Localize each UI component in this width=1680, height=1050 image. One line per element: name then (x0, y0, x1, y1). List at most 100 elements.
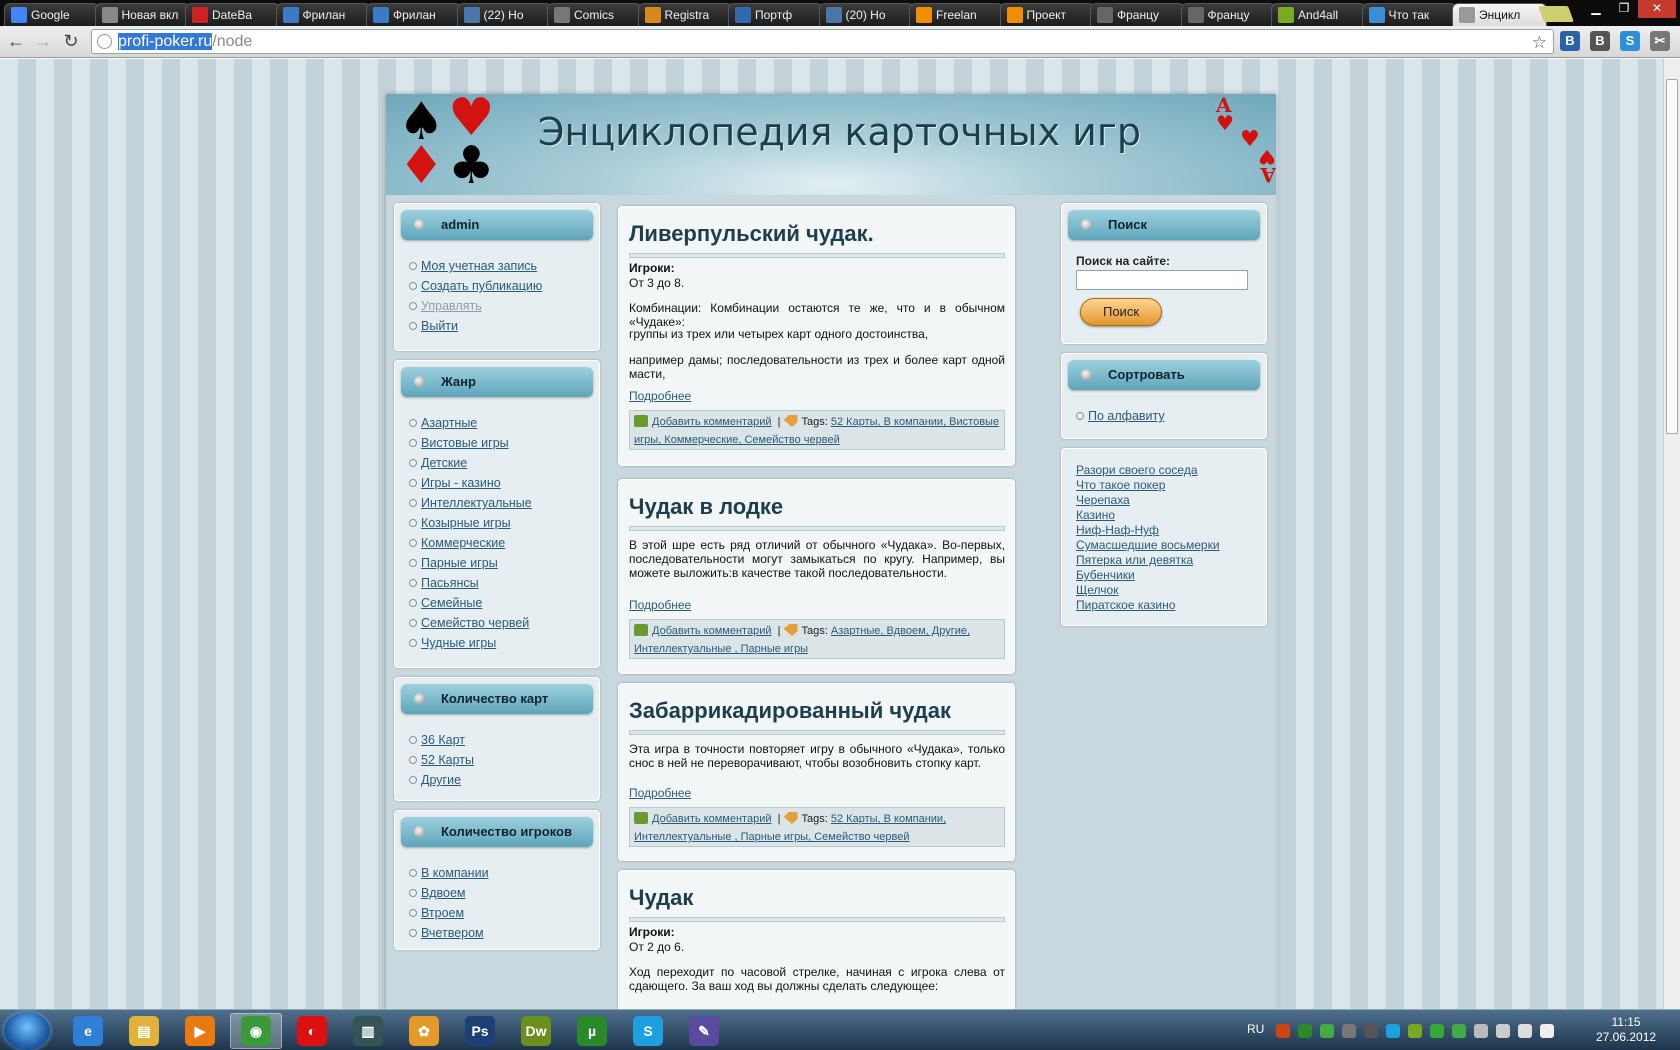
game-link[interactable]: Бубенчики (1076, 568, 1135, 582)
taskbar-app-button[interactable]: Ps (454, 1013, 506, 1049)
taskbar-app-button[interactable]: ✿ (398, 1013, 450, 1049)
bookmark-star-icon[interactable]: ☆ (1532, 31, 1547, 54)
tray-icon[interactable] (1298, 1024, 1312, 1038)
tray-icon[interactable] (1430, 1024, 1444, 1038)
administer-link[interactable]: Управлять (421, 299, 482, 313)
language-indicator[interactable]: RU (1247, 1022, 1264, 1036)
browser-tab[interactable]: Энцикл (1452, 3, 1547, 26)
genre-link[interactable]: Козырные игры (421, 516, 511, 530)
reload-icon[interactable]: ↻ (59, 30, 83, 54)
sort-alphabetical-link[interactable]: По алфавиту (1088, 409, 1165, 423)
tray-icon[interactable] (1364, 1024, 1378, 1038)
read-more-link[interactable]: Подробнее (629, 389, 691, 403)
genre-link[interactable]: Азартные (421, 416, 477, 430)
genre-link[interactable]: Пасьянсы (421, 576, 479, 590)
scrollbar-thumb[interactable] (1666, 79, 1678, 434)
read-more-link[interactable]: Подробнее (629, 786, 691, 800)
extension-icon[interactable]: ✂ (1650, 31, 1670, 51)
tray-icon[interactable] (1342, 1024, 1356, 1038)
game-link[interactable]: Что такое покер (1076, 478, 1165, 492)
taskbar-app-button[interactable]: ▤ (118, 1013, 170, 1049)
taskbar-app-button[interactable]: ◉ (230, 1013, 282, 1049)
add-comment-link[interactable]: Добавить комментарий (652, 416, 771, 428)
player-count-link[interactable]: В компании (421, 866, 489, 880)
minimize-icon[interactable]: ▁ (1582, 0, 1610, 18)
taskbar-app-button[interactable]: Dw (510, 1013, 562, 1049)
browser-tab[interactable]: Фрилан (366, 3, 461, 26)
article-title-link[interactable]: Забаррикадированный чудак (629, 698, 951, 723)
card-count-link[interactable]: Другие (421, 773, 461, 787)
game-link[interactable]: Сумасшедшие восьмерки (1076, 538, 1220, 552)
forward-arrow-icon[interactable]: → (31, 30, 55, 54)
browser-tab[interactable]: Google (4, 3, 99, 26)
game-link[interactable]: Ниф-Наф-Нуф (1076, 523, 1159, 537)
browser-tab[interactable]: Фрилан (275, 3, 371, 26)
game-link[interactable]: Щелчок (1076, 583, 1118, 597)
tray-icon[interactable] (1496, 1024, 1510, 1038)
player-count-link[interactable]: Вдвоем (421, 886, 466, 900)
article-title[interactable]: Чудак (629, 885, 693, 911)
browser-tab[interactable]: Новая вкл (94, 3, 190, 26)
game-link[interactable]: Казино (1076, 508, 1115, 522)
browser-tab[interactable]: Comics (547, 3, 642, 26)
clock[interactable]: 11:15 27.06.2012 (1596, 1015, 1656, 1045)
extension-icon[interactable]: В (1560, 31, 1580, 51)
extension-icon[interactable]: S (1620, 31, 1640, 51)
maximize-icon[interactable]: ❐ (1610, 0, 1638, 18)
start-button[interactable] (4, 1012, 50, 1050)
browser-tab[interactable]: Что так (1361, 3, 1457, 26)
game-link[interactable]: Пиратское казино (1076, 598, 1175, 612)
browser-tab[interactable]: Францу (1180, 3, 1276, 26)
tray-icon[interactable] (1452, 1024, 1466, 1038)
article-title[interactable]: Чудак в лодке (629, 494, 783, 520)
add-comment-link[interactable]: Добавить комментарий (652, 625, 771, 637)
taskbar-app-button[interactable]: µ (566, 1013, 618, 1049)
genre-link[interactable]: Детские (421, 456, 467, 470)
genre-link[interactable]: Чудные игры (421, 636, 496, 650)
player-count-link[interactable]: Вчетвером (421, 926, 484, 940)
game-link[interactable]: Разори своего соседа (1076, 463, 1198, 477)
search-input[interactable] (1076, 270, 1248, 290)
browser-tab[interactable]: Францу (1090, 3, 1185, 26)
browser-tab[interactable]: (22) Но (456, 3, 552, 26)
article-title-link[interactable]: Чудак (629, 885, 693, 910)
genre-link[interactable]: Семейство червей (421, 616, 529, 630)
taskbar-app-button[interactable]: ▶ (174, 1013, 226, 1049)
new-tab-button[interactable] (1538, 6, 1574, 22)
browser-tab[interactable]: Freelan (909, 3, 1004, 26)
article-title-link[interactable]: Чудак в лодке (629, 494, 783, 519)
article-title[interactable]: Ливерпульский чудак. (629, 221, 874, 247)
vertical-scrollbar[interactable] (1663, 59, 1680, 1009)
volume-icon[interactable] (1540, 1024, 1554, 1038)
taskbar-app-button[interactable]: ◐ (286, 1013, 338, 1049)
player-count-link[interactable]: Втроем (421, 906, 464, 920)
search-button[interactable]: Поиск (1080, 298, 1162, 326)
close-window-icon[interactable]: ✕ (1638, 0, 1676, 18)
browser-tab[interactable]: Проект (999, 3, 1095, 26)
genre-link[interactable]: Коммерческие (421, 536, 505, 550)
read-more-link[interactable]: Подробнее (629, 598, 691, 612)
taskbar-app-button[interactable]: S (622, 1013, 674, 1049)
game-link[interactable]: Пятерка или девятка (1076, 553, 1193, 567)
add-comment-link[interactable]: Добавить комментарий (652, 813, 771, 825)
url-input[interactable]: profi-poker.ru/node ☆ (91, 29, 1554, 54)
tray-icon[interactable] (1276, 1024, 1290, 1038)
article-title[interactable]: Забаррикадированный чудак (629, 698, 951, 724)
genre-link[interactable]: Игры - казино (421, 476, 501, 490)
tray-icon[interactable] (1474, 1024, 1488, 1038)
game-link[interactable]: Черепаха (1076, 493, 1130, 507)
extension-icon[interactable]: В (1590, 31, 1610, 51)
taskbar-app-button[interactable]: ▥ (342, 1013, 394, 1049)
article-title-link[interactable]: Ливерпульский чудак. (629, 221, 874, 246)
genre-link[interactable]: Вистовые игры (421, 436, 509, 450)
browser-tab[interactable]: (20) Но (818, 3, 914, 26)
network-icon[interactable] (1518, 1024, 1532, 1038)
taskbar-app-button[interactable]: e (62, 1013, 114, 1049)
card-count-link[interactable]: 52 Карты (421, 753, 474, 767)
tray-icon[interactable] (1386, 1024, 1400, 1038)
back-arrow-icon[interactable]: ← (4, 30, 28, 54)
browser-tab[interactable]: DateBa (185, 3, 280, 26)
browser-tab[interactable]: Registra (637, 3, 733, 26)
tray-icon[interactable] (1320, 1024, 1334, 1038)
my-account-link[interactable]: Моя учетная запись (421, 259, 537, 273)
